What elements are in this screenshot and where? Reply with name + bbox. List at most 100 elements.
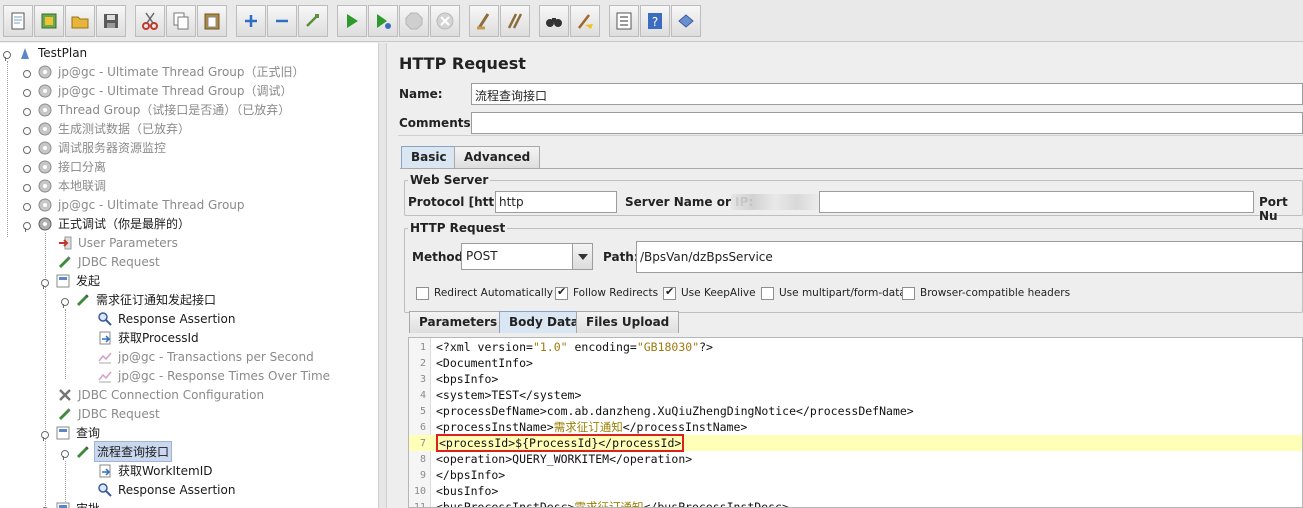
code-text: <busProcessInstDesc>需求征订通知</busProcessIn… xyxy=(436,500,789,508)
code-text: <?xml version="1.0" encoding="GB18030"?> xyxy=(436,340,713,354)
function-helper-icon[interactable] xyxy=(609,4,639,37)
chevron-down-icon[interactable] xyxy=(572,244,592,269)
open-icon[interactable] xyxy=(65,4,95,37)
comments-field[interactable] xyxy=(471,112,1303,134)
code-line[interactable]: 1 <?xml version="1.0" encoding="GB18030"?… xyxy=(409,339,1302,355)
tree-node-response-assertion[interactable]: Response Assertion xyxy=(96,309,237,328)
pipette-icon xyxy=(74,291,91,308)
line-number: 11 xyxy=(413,501,426,508)
protocol-field[interactable]: http xyxy=(495,191,617,213)
code-text: <processDefName>com.ab.danzheng.XuQiuZhe… xyxy=(436,404,914,418)
gear-icon xyxy=(36,177,53,194)
wrench-icon xyxy=(56,386,73,403)
gear-icon xyxy=(36,82,53,99)
templates-icon[interactable] xyxy=(34,4,64,37)
code-text: <DocumentInfo> xyxy=(436,356,533,370)
tree-node-thread-group[interactable]: jp@gc - Ultimate Thread Group xyxy=(22,195,247,214)
tree-node-thread-group[interactable]: 接口分离 xyxy=(22,157,108,176)
clear-all-icon[interactable] xyxy=(500,4,530,37)
code-line[interactable]: 11 <busProcessInstDesc>需求征订通知</busProcess… xyxy=(409,499,1302,508)
toolbar: ? xyxy=(0,0,1303,42)
tree-node-controller-chaxun[interactable]: 查询 xyxy=(40,423,102,442)
tree-node-response-assertion[interactable]: Response Assertion xyxy=(96,480,237,499)
redirect-auto-checkbox[interactable]: Redirect Automatically xyxy=(416,285,553,301)
tree-node-thread-group[interactable]: 生成测试数据（已放弃） xyxy=(22,119,192,138)
reset-search-icon[interactable] xyxy=(570,4,600,37)
tree-node-extractor[interactable]: 获取WorkItemID xyxy=(96,461,214,480)
code-line[interactable]: 2 <DocumentInfo> xyxy=(409,355,1302,371)
pane-splitter[interactable] xyxy=(378,43,387,508)
page-title: HTTP Request xyxy=(399,54,526,73)
gear-icon xyxy=(36,215,53,232)
cut-icon[interactable] xyxy=(135,4,165,37)
paste-icon[interactable] xyxy=(197,4,227,37)
line-number: 2 xyxy=(419,357,426,369)
start-no-pause-icon[interactable] xyxy=(368,4,398,37)
http-request-panel: HTTP Request Name: 流程查询接口 Comments: Basi… xyxy=(388,43,1303,508)
tree-node-jdbc-request[interactable]: JDBC Request xyxy=(56,404,162,423)
collapse-icon[interactable] xyxy=(267,4,297,37)
code-line[interactable]: 10 <busInfo> xyxy=(409,483,1302,499)
tree-node-thread-group[interactable]: 调试服务器资源监控 xyxy=(22,138,168,157)
tree-node-sampler[interactable]: 需求征订通知发起接口 xyxy=(60,290,218,309)
tree-node-jdbc-request[interactable]: JDBC Request xyxy=(56,252,162,271)
path-field[interactable]: /BpsVan/dzBpsService xyxy=(636,241,1303,273)
tree-node-selected-sampler[interactable]: 流程查询接口 xyxy=(60,441,173,462)
tree-node-user-parameters[interactable]: User Parameters xyxy=(56,233,180,252)
clear-icon[interactable] xyxy=(469,4,499,37)
follow-redirects-checkbox[interactable]: Follow Redirects xyxy=(555,285,658,301)
name-field[interactable]: 流程查询接口 xyxy=(471,83,1303,105)
gear-icon xyxy=(36,139,53,156)
tree-node-listener[interactable]: jp@gc - Response Times Over Time xyxy=(96,366,332,385)
tab-parameters[interactable]: Parameters xyxy=(409,311,508,333)
expand-icon[interactable] xyxy=(236,4,266,37)
code-line[interactable]: 4 <system>TEST</system> xyxy=(409,387,1302,403)
method-select[interactable]: POST xyxy=(461,243,593,270)
collapse-divider[interactable] xyxy=(398,135,1303,141)
remote-icon[interactable] xyxy=(671,4,701,37)
copy-icon[interactable] xyxy=(166,4,196,37)
tree-node-thread-group[interactable]: 本地联调 xyxy=(22,176,108,195)
code-line[interactable]: 9 </bpsInfo> xyxy=(409,467,1302,483)
server-name-field[interactable] xyxy=(819,191,1254,213)
code-text: <bpsInfo> xyxy=(436,372,499,386)
pipette-icon xyxy=(74,443,91,460)
browser-headers-checkbox[interactable]: Browser-compatible headers xyxy=(902,285,1070,301)
test-plan-icon xyxy=(16,44,33,61)
keepalive-checkbox[interactable]: Use KeepAlive xyxy=(663,285,756,301)
line-number: 6 xyxy=(419,421,426,433)
tree-node-thread-group[interactable]: 正式调试（你是最胖的） xyxy=(22,214,192,233)
search-icon[interactable] xyxy=(539,4,569,37)
code-line[interactable]: 3 <bpsInfo> xyxy=(409,371,1302,387)
shutdown-icon[interactable] xyxy=(430,4,460,37)
tab-basic[interactable]: Basic xyxy=(401,146,457,168)
code-line[interactable]: 8 <operation>QUERY_WORKITEM</operation> xyxy=(409,451,1302,467)
line-number: 3 xyxy=(419,373,426,385)
body-data-editor[interactable]: 1 <?xml version="1.0" encoding="GB18030"?… xyxy=(408,337,1303,508)
tab-files-upload[interactable]: Files Upload xyxy=(576,311,680,333)
tree-node-controller-faqi[interactable]: 发起 xyxy=(40,271,102,290)
tab-advanced[interactable]: Advanced xyxy=(454,146,541,168)
code-line[interactable]: 5 <processDefName>com.ab.danzheng.XuQiuZh… xyxy=(409,403,1302,419)
code-line[interactable]: 6 <processInstName>需求征订通知</processInstNam… xyxy=(409,419,1302,435)
save-icon[interactable] xyxy=(96,4,126,37)
http-request-title: HTTP Request xyxy=(408,221,508,235)
start-icon[interactable] xyxy=(337,4,367,37)
tree-node-thread-group[interactable]: jp@gc - Ultimate Thread Group（调试） xyxy=(22,81,295,100)
web-server-title: Web Server xyxy=(408,173,491,187)
code-line[interactable]: 7 <processId>${ProcessId}</processId> xyxy=(409,434,1302,452)
toggle-icon[interactable] xyxy=(298,4,328,37)
code-text: <busInfo> xyxy=(436,484,499,498)
blurred-region xyxy=(731,194,819,210)
multipart-checkbox[interactable]: Use multipart/form-data xyxy=(761,285,906,301)
tree-node-thread-group[interactable]: Thread Group（试接口是否通）（已放弃） xyxy=(22,100,292,119)
tree-node-jdbc-config[interactable]: JDBC Connection Configuration xyxy=(56,385,266,404)
tree-node-extractor[interactable]: 获取ProcessId xyxy=(96,328,201,347)
stop-icon[interactable] xyxy=(399,4,429,37)
tree-node-testplan[interactable]: TestPlan xyxy=(2,43,89,62)
tree-node-listener[interactable]: jp@gc - Transactions per Second xyxy=(96,347,316,366)
tree-node-thread-group[interactable]: jp@gc - Ultimate Thread Group（正式旧） xyxy=(22,62,307,81)
help-icon[interactable]: ? xyxy=(640,4,670,37)
tree-node-controller-shenpi[interactable]: 审批 xyxy=(40,499,102,508)
new-icon[interactable] xyxy=(3,4,33,37)
